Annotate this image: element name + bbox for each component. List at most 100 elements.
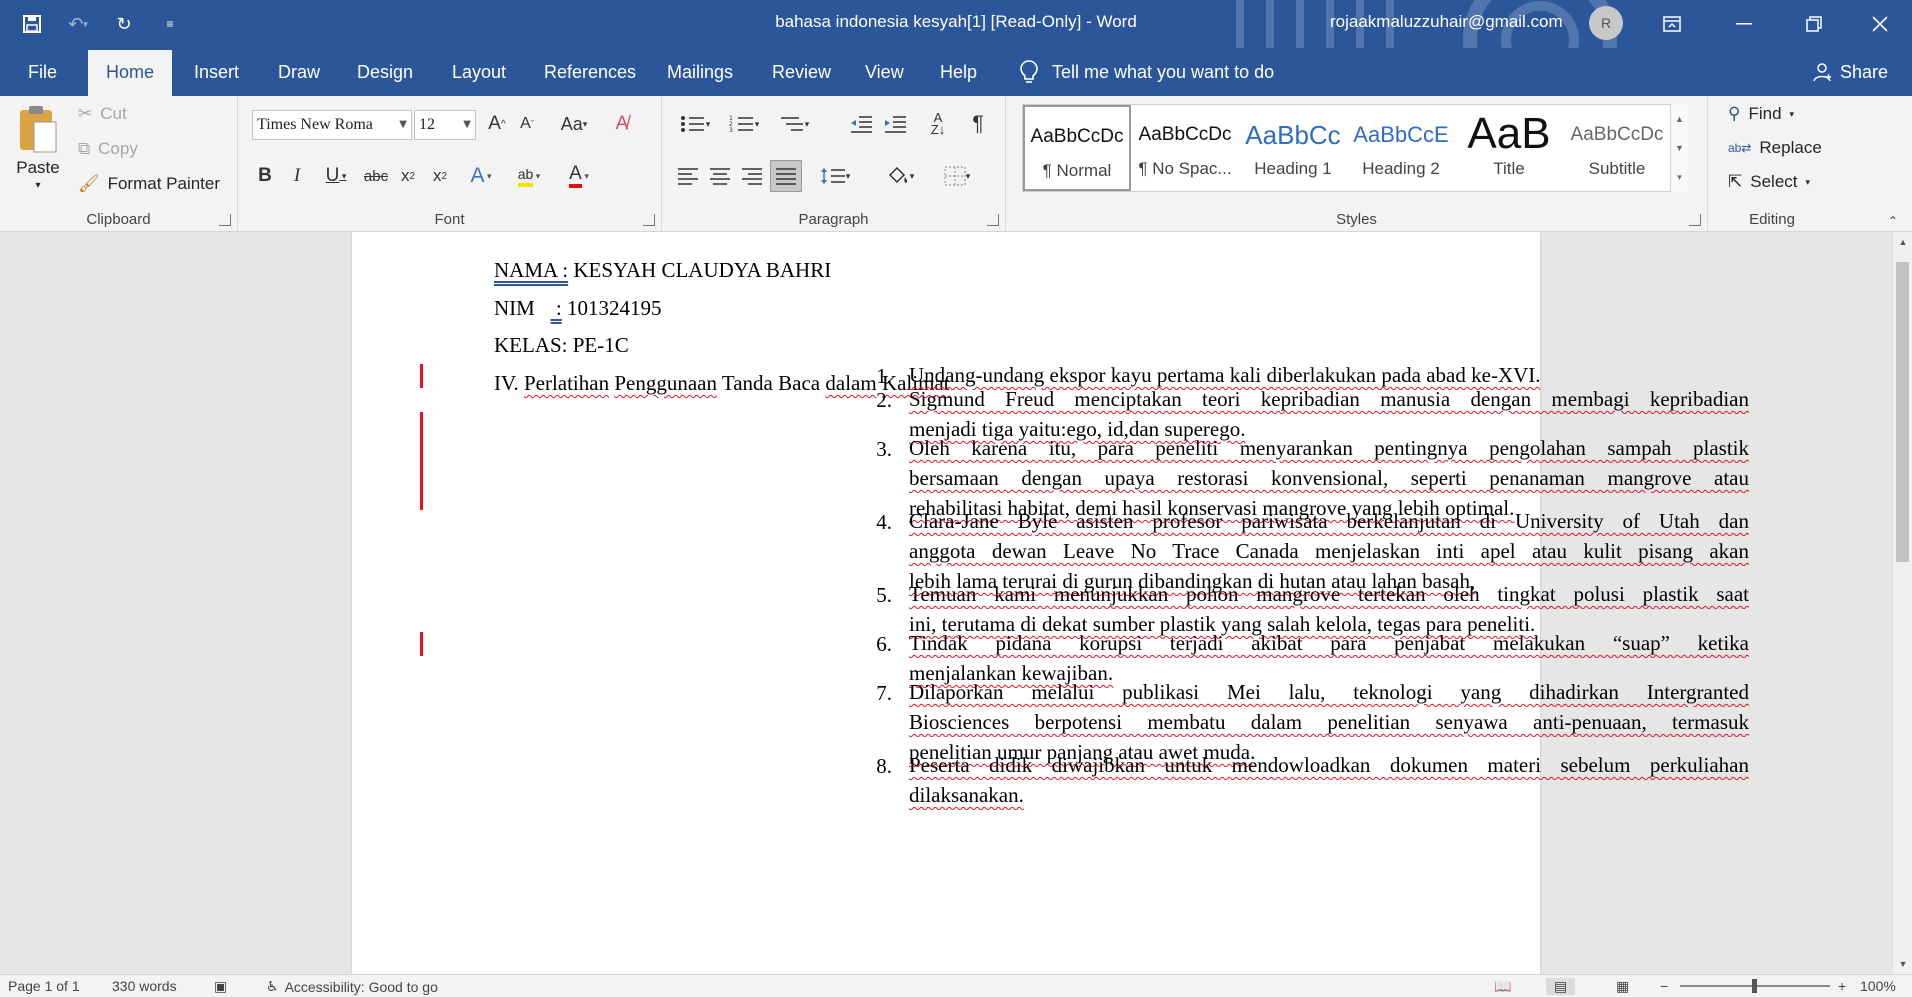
italic-icon[interactable]: I <box>284 160 310 192</box>
tab-references[interactable]: References <box>538 48 642 96</box>
clear-formatting-icon[interactable]: A̸ <box>608 108 636 140</box>
close-icon[interactable] <box>1848 0 1912 48</box>
font-launcher-icon[interactable] <box>643 214 655 226</box>
style-heading-1[interactable]: AaBbCc Heading 1 <box>1239 105 1347 191</box>
chevron-down-icon: ▼ <box>463 119 471 130</box>
document-title: bahasa indonesia kesyah[1] [Read-Only] -… <box>775 12 1137 31</box>
numbering-icon[interactable]: 1 2 3 ▾ <box>722 108 766 140</box>
align-left-icon[interactable] <box>674 160 702 192</box>
vertical-scrollbar[interactable]: ▲ ▼ <box>1892 232 1912 974</box>
style-subtitle[interactable]: AaBbCcDc Subtitle <box>1563 105 1671 191</box>
paragraph-launcher-icon[interactable] <box>987 214 999 226</box>
tab-mailings[interactable]: Mailings <box>661 48 739 96</box>
styles-launcher-icon[interactable] <box>1689 214 1701 226</box>
customize-qat-icon[interactable]: ≡ <box>156 10 184 38</box>
list-number: 8. <box>876 754 892 778</box>
page-count[interactable]: Page 1 of 1 <box>8 978 80 994</box>
highlight-color-icon[interactable]: ab ▾ <box>506 160 552 192</box>
subscript-icon[interactable]: x2 <box>394 160 422 192</box>
print-layout-icon[interactable]: ▤ <box>1546 978 1576 995</box>
style-preview: AaBbCcDc <box>1030 126 1124 147</box>
tab-insert[interactable]: Insert <box>188 48 245 96</box>
document-page[interactable]: NAMA : KESYAH CLAUDYA BAHRI NIM : 101324… <box>352 232 1749 974</box>
redo-icon[interactable]: ↻ <box>110 10 138 38</box>
change-bar <box>420 364 423 388</box>
sort-icon[interactable]: A Z↓ <box>924 108 952 140</box>
select-button[interactable]: ⇱ Select ▾ <box>1728 172 1810 192</box>
underline-icon[interactable]: U ▾ <box>316 160 356 192</box>
strikethrough-icon[interactable]: abc <box>362 160 390 192</box>
zoom-slider-thumb[interactable] <box>1752 979 1757 993</box>
scrollbar-thumb[interactable] <box>1896 262 1909 562</box>
grow-font-icon[interactable]: A ^ <box>484 108 510 140</box>
proofing-icon[interactable]: ▣ <box>214 978 227 995</box>
restore-icon[interactable] <box>1782 0 1846 48</box>
scroll-down-icon[interactable]: ▼ <box>1893 954 1912 974</box>
align-right-icon[interactable] <box>738 160 766 192</box>
borders-icon[interactable]: ▾ <box>934 160 980 192</box>
change-bar <box>420 412 423 510</box>
style-no-spacing[interactable]: AaBbCcDc ¶ No Spac... <box>1131 105 1239 191</box>
tab-help[interactable]: Help <box>934 48 983 96</box>
tab-home[interactable]: Home <box>88 50 173 96</box>
zoom-out-icon[interactable]: − <box>1660 978 1668 994</box>
styles-gallery-scroll[interactable]: ▲ ▼ ▾ <box>1670 104 1688 192</box>
line-spacing-icon[interactable]: ▾ <box>812 160 858 192</box>
font-color-icon[interactable]: A ▾ <box>556 160 602 192</box>
web-layout-icon[interactable]: ▦ <box>1616 978 1629 995</box>
font-size-select[interactable]: 12 ▼ <box>414 110 476 140</box>
align-center-icon[interactable] <box>706 160 734 192</box>
word-count[interactable]: 330 words <box>112 978 177 994</box>
styles-gallery: AaBbCcDc ¶ Normal AaBbCcDc ¶ No Spac... … <box>1022 104 1686 192</box>
replace-button[interactable]: ab⇄ Replace <box>1728 138 1822 158</box>
more-styles-icon[interactable]: ▾ <box>1677 172 1682 183</box>
quick-access-toolbar: ↶ ▾ ↻ ≡ <box>18 10 184 38</box>
justify-icon[interactable] <box>770 160 802 192</box>
ribbon-display-options-icon[interactable] <box>1640 0 1704 48</box>
collapse-ribbon-icon[interactable]: ⌃ <box>1888 214 1898 228</box>
tab-view[interactable]: View <box>859 48 910 96</box>
shrink-font-icon[interactable]: Aˇ <box>514 108 540 140</box>
font-name-select[interactable]: Times New Roma ▼ <box>252 110 412 140</box>
paste-dropdown-icon[interactable]: ▾ <box>35 180 40 191</box>
chevron-up-icon[interactable]: ▲ <box>1675 114 1684 124</box>
accessibility-status[interactable]: ♿ Accessibility: Good to go <box>266 978 438 995</box>
copy-button[interactable]: ⧉ Copy <box>78 139 138 159</box>
tell-me-search[interactable]: Tell me what you want to do <box>1020 48 1274 96</box>
decrease-indent-icon[interactable] <box>846 108 876 140</box>
avatar[interactable]: R <box>1589 6 1623 40</box>
scroll-up-icon[interactable]: ▲ <box>1893 232 1912 252</box>
undo-icon[interactable]: ↶ ▾ <box>64 10 92 38</box>
tab-layout[interactable]: Layout <box>446 48 512 96</box>
tab-file[interactable]: File <box>22 48 63 96</box>
style-heading-2[interactable]: AaBbCcE Heading 2 <box>1347 105 1455 191</box>
user-email[interactable]: rojaakmaluzzuhair@gmail.com <box>1330 12 1563 32</box>
show-formatting-marks-icon[interactable]: ¶ <box>964 108 992 140</box>
tab-review[interactable]: Review <box>766 48 837 96</box>
style-normal[interactable]: AaBbCcDc ¶ Normal <box>1023 105 1131 191</box>
save-icon[interactable] <box>18 10 46 38</box>
paste-button[interactable]: Paste ▾ <box>16 104 60 191</box>
tab-draw[interactable]: Draw <box>272 48 326 96</box>
shading-icon[interactable]: ▾ <box>878 160 922 192</box>
bullets-icon[interactable]: ▾ <box>674 108 716 140</box>
increase-indent-icon[interactable] <box>880 108 910 140</box>
cut-button[interactable]: ✂ Cut <box>78 104 127 124</box>
superscript-icon[interactable]: x2 <box>426 160 454 192</box>
style-title[interactable]: AaB Title <box>1455 105 1563 191</box>
list-item-line: Clara-Jane Byle asisten profesor pariwis… <box>909 509 1749 533</box>
multilevel-list-icon[interactable]: ▾ <box>772 108 816 140</box>
minimize-icon[interactable] <box>1712 0 1776 48</box>
clipboard-launcher-icon[interactable] <box>219 214 231 226</box>
read-mode-icon[interactable]: 📖 <box>1494 978 1511 995</box>
tab-design[interactable]: Design <box>351 48 419 96</box>
zoom-in-icon[interactable]: + <box>1838 978 1846 994</box>
change-case-icon[interactable]: Aa ▾ <box>552 108 596 140</box>
zoom-level[interactable]: 100% <box>1860 978 1896 994</box>
find-button[interactable]: ⚲ Find ▾ <box>1728 104 1794 124</box>
bold-icon[interactable]: B <box>252 160 278 192</box>
chevron-down-icon[interactable]: ▼ <box>1675 143 1684 153</box>
share-button[interactable]: Share <box>1812 48 1888 96</box>
text-effects-icon[interactable]: A ▾ <box>462 160 500 192</box>
format-painter-button[interactable]: 🖌 Format Painter <box>78 174 220 194</box>
